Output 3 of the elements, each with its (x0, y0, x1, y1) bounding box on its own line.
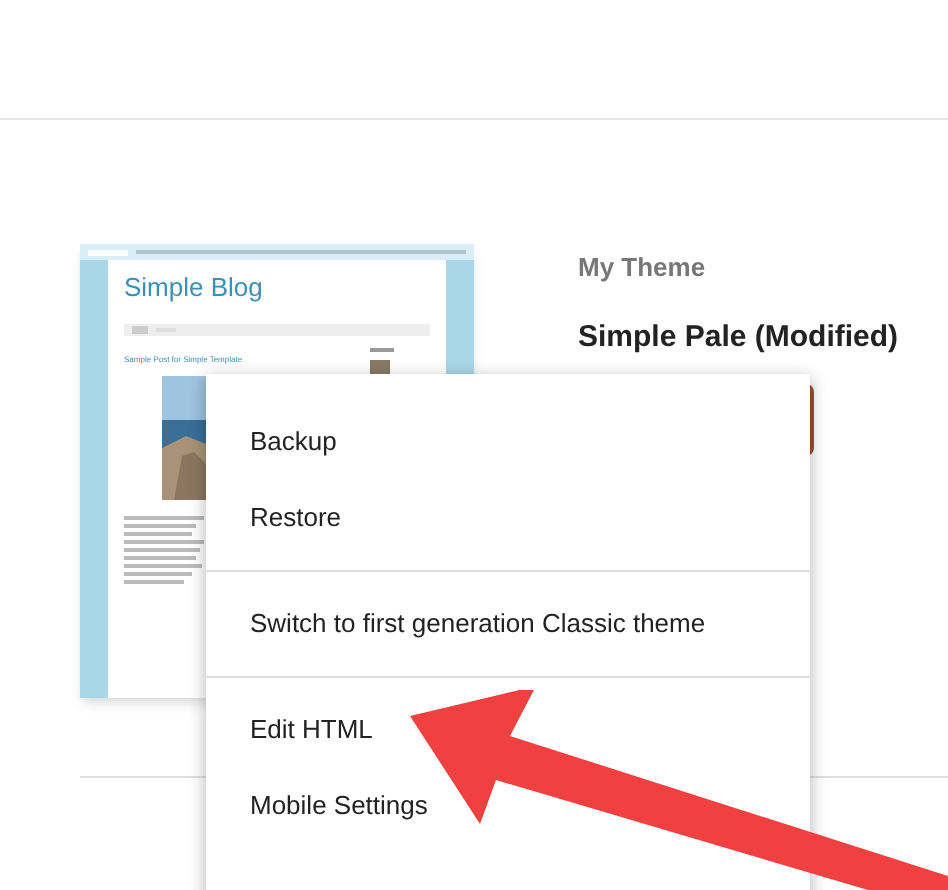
blog-title: Simple Blog (124, 270, 265, 306)
theme-label: My Theme (578, 250, 708, 286)
theme-name: Simple Pale (Modified) (578, 317, 899, 357)
